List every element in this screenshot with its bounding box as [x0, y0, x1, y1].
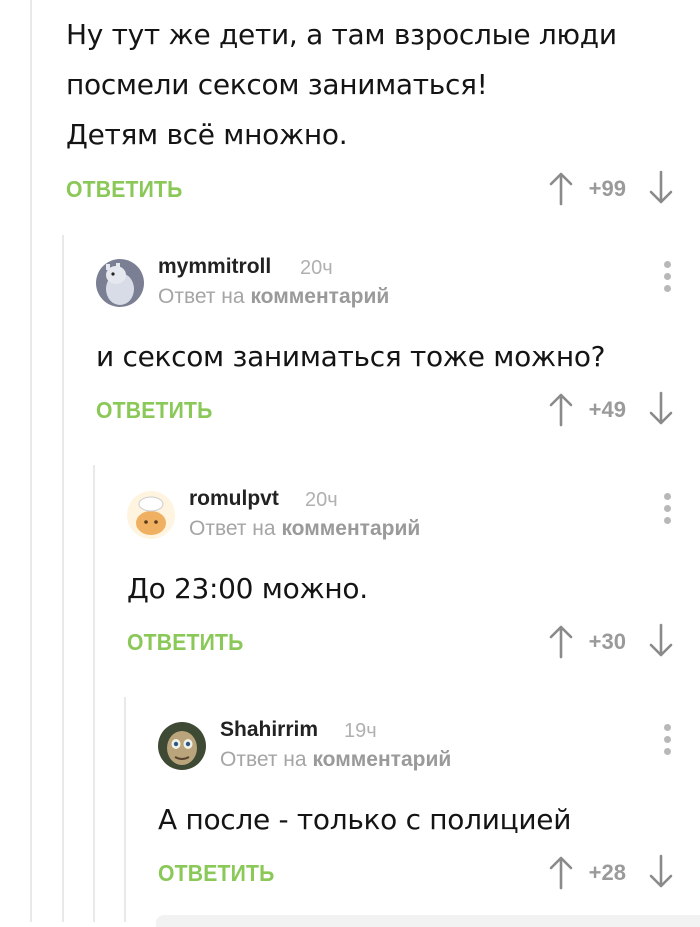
comment-text: А после - только с полицией — [158, 803, 572, 836]
comment-author[interactable]: romulpvt — [189, 487, 279, 511]
comment-text: До 23:00 можно. — [127, 572, 368, 605]
upvote-arrow-icon[interactable] — [546, 391, 576, 427]
reply-to-link[interactable]: комментарий — [281, 517, 420, 540]
comment-actions: ОТВЕТИТЬ +30 — [127, 623, 700, 663]
comment-header: Shahirrim 19ч Ответ на комментарий — [158, 718, 700, 774]
more-options-icon[interactable] — [662, 261, 672, 297]
reply-to-prefix: Ответ на — [158, 285, 245, 308]
reply-to-prefix: Ответ на — [220, 748, 307, 771]
gollum-avatar-icon[interactable] — [158, 722, 206, 770]
reply-to-line: Ответ на комментарий — [158, 285, 389, 309]
comment-author[interactable]: Shahirrim — [220, 718, 318, 742]
comment-text: Ну тут же дети, а там взрослые люди посм… — [66, 18, 617, 151]
downvote-arrow-icon[interactable] — [646, 170, 676, 206]
comment-root: Ну тут же дети, а там взрослые люди посм… — [66, 10, 700, 210]
reply-button[interactable]: ОТВЕТИТЬ — [127, 629, 244, 656]
next-comment-box — [156, 915, 700, 927]
thread-line-level-1 — [62, 235, 64, 922]
comment-score: +99 — [588, 176, 626, 201]
moomin-avatar-icon[interactable] — [96, 259, 144, 307]
reply-button[interactable]: ОТВЕТИТЬ — [66, 176, 183, 203]
comment-actions: ОТВЕТИТЬ +99 — [66, 170, 700, 210]
comment-reply-2: romulpvt 20ч Ответ на комментарий До 23:… — [127, 487, 700, 663]
thread-line-level-2 — [93, 465, 95, 922]
more-options-icon[interactable] — [662, 493, 672, 529]
reply-to-link[interactable]: комментарий — [250, 285, 389, 308]
comment-time: 20ч — [300, 257, 333, 279]
thread-line-level-3 — [124, 697, 126, 922]
more-options-icon[interactable] — [662, 724, 672, 760]
reply-button[interactable]: ОТВЕТИТЬ — [158, 860, 275, 887]
downvote-arrow-icon[interactable] — [646, 623, 676, 659]
comment-header: mymmitroll 20ч Ответ на комментарий — [96, 255, 700, 311]
comment-reply-3: Shahirrim 19ч Ответ на комментарий А пос… — [158, 718, 700, 894]
upvote-arrow-icon[interactable] — [546, 623, 576, 659]
reply-to-link[interactable]: комментарий — [312, 748, 451, 771]
comment-score: +30 — [588, 629, 626, 654]
comment-header: romulpvt 20ч Ответ на комментарий — [127, 487, 700, 543]
comment-actions: ОТВЕТИТЬ +28 — [158, 854, 700, 894]
comment-actions: ОТВЕТИТЬ +49 — [96, 391, 700, 431]
upvote-arrow-icon[interactable] — [546, 854, 576, 890]
comment-time: 20ч — [305, 489, 338, 511]
reply-button[interactable]: ОТВЕТИТЬ — [96, 397, 213, 424]
reply-to-line: Ответ на комментарий — [220, 748, 451, 772]
comment-score: +28 — [588, 860, 626, 885]
upvote-arrow-icon[interactable] — [546, 170, 576, 206]
thread-line-level-0 — [30, 0, 32, 922]
downvote-arrow-icon[interactable] — [646, 854, 676, 890]
comment-score: +49 — [588, 397, 626, 422]
comment-time: 19ч — [344, 720, 377, 742]
comment-reply-1: mymmitroll 20ч Ответ на комментарий и се… — [96, 255, 700, 431]
reply-to-prefix: Ответ на — [189, 517, 276, 540]
comment-author[interactable]: mymmitroll — [158, 255, 271, 279]
chef-avatar-icon[interactable] — [127, 491, 175, 539]
downvote-arrow-icon[interactable] — [646, 391, 676, 427]
comment-text: и сексом заниматься тоже можно? — [96, 340, 606, 373]
reply-to-line: Ответ на комментарий — [189, 517, 420, 541]
